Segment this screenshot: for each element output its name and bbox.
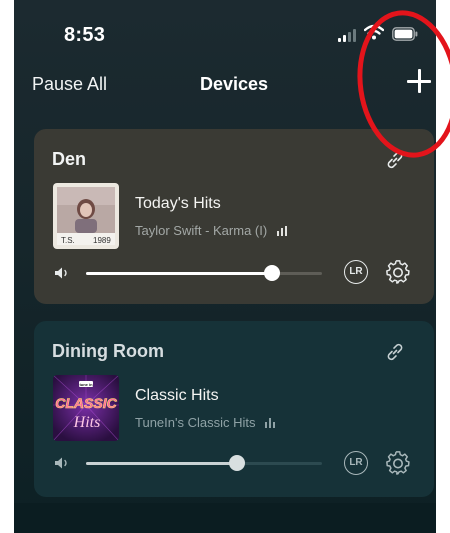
plus-icon[interactable]: [406, 68, 436, 98]
volume-slider-thumb[interactable]: [264, 265, 281, 281]
stereo-pair-icon[interactable]: LR: [344, 451, 368, 475]
room-name: Den: [52, 149, 87, 169]
room-name: Dining Room: [52, 341, 164, 361]
gear-icon[interactable]: [385, 450, 411, 476]
volume-icon[interactable]: [54, 266, 72, 280]
album-art-text: T.S.: [61, 236, 75, 245]
now-playing-wrapper: Taylor Swift - Karma (I): [135, 223, 289, 238]
status-bar: 8:53: [14, 0, 436, 60]
now-playing-text: TuneIn's Classic Hits: [135, 415, 256, 430]
stereo-pair-icon[interactable]: LR: [344, 260, 368, 284]
battery-icon: [392, 27, 418, 41]
devices-screen: 8:53 Pause All Devices Den T.S. 1989 Tod…: [14, 0, 436, 533]
album-art: tune in CLASSIC Hits: [53, 375, 119, 441]
station-name: Today's Hits: [135, 195, 221, 212]
station-name: Classic Hits: [135, 387, 219, 404]
album-art-text: tune in: [79, 382, 93, 387]
album-art-text: CLASSIC: [55, 395, 117, 411]
link-icon[interactable]: [384, 149, 406, 171]
volume-slider[interactable]: [86, 455, 322, 471]
gear-icon[interactable]: [385, 259, 411, 285]
wifi-icon: [364, 24, 384, 40]
cellular-signal-icon: [338, 28, 360, 42]
device-card-den[interactable]: Den T.S. 1989 Today's Hits Taylor Swift …: [34, 129, 434, 304]
page-title: Devices: [199, 74, 269, 94]
volume-icon[interactable]: [54, 456, 72, 470]
album-art-text: Hits: [73, 414, 101, 431]
volume-slider-fill: [86, 462, 238, 465]
volume-slider-fill: [86, 272, 273, 275]
album-art: T.S. 1989: [53, 183, 119, 249]
now-playing-wrapper: TuneIn's Classic Hits: [135, 415, 277, 430]
album-art-text: 1989: [93, 236, 111, 245]
status-time: 8:53: [64, 24, 106, 46]
device-card-dining-room[interactable]: Dining Room tune in CLASSIC Hits Classic…: [34, 321, 434, 497]
link-icon[interactable]: [384, 341, 406, 363]
volume-slider-thumb[interactable]: [229, 455, 246, 471]
now-playing-text: Taylor Swift - Karma (I): [135, 223, 268, 238]
volume-slider[interactable]: [86, 265, 322, 281]
equalizer-icon: [265, 418, 277, 428]
navigation-bar: Pause All Devices: [14, 68, 436, 100]
equalizer-icon: [276, 226, 289, 236]
